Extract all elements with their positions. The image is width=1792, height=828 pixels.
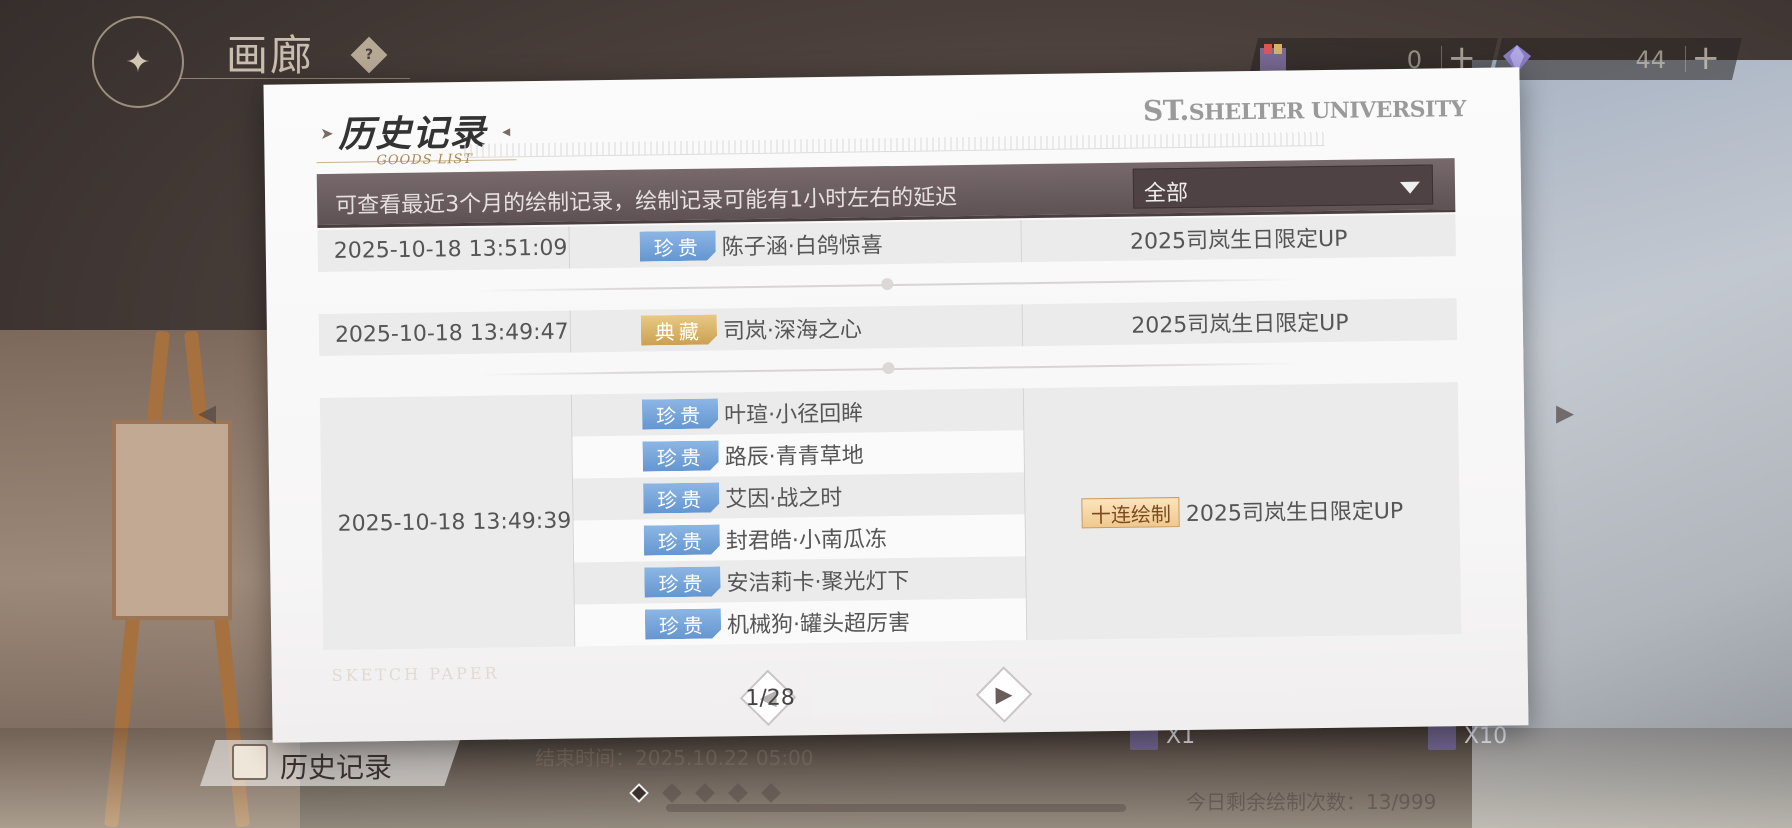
rarity-badge: 珍贵 [642, 440, 718, 471]
item-name: 封君皓·小南瓜冻 [725, 527, 888, 555]
scroll-icon [232, 744, 268, 780]
record-time: 2025-10-18 13:49:47 [318, 310, 572, 357]
item-name: 陈子涵·白鸽惊喜 [721, 233, 883, 261]
arrow-right-icon: ▶ [995, 681, 1013, 708]
modal-subtitle: GOODS LIST [376, 151, 474, 169]
filter-note: 可查看最近3个月的绘制记录，绘制记录可能有1小时左右的延迟 [334, 185, 958, 219]
crystal-count: 44 [1635, 46, 1666, 74]
chevron-down-icon [1399, 181, 1421, 194]
item-name: 安洁莉卡·聚光灯下 [726, 568, 910, 597]
rarity-badge: 珍贵 [645, 608, 721, 639]
prev-pool-arrow-icon[interactable]: ◂ [198, 392, 216, 433]
pool-name: 2025司岚生日限定UP [1185, 498, 1404, 527]
ruler-decoration [464, 131, 1325, 159]
butterfly-emblem-icon: ✦ [92, 16, 184, 108]
pool-name: 2025司岚生日限定UP [1131, 310, 1349, 339]
ticket-icon [1428, 724, 1456, 750]
pool-scroll-track[interactable] [666, 804, 1126, 812]
pool-name: 2025司岚生日限定UP [1129, 226, 1348, 255]
ten-draw-badge: 十连绘制 [1081, 497, 1181, 529]
title-underline [180, 78, 410, 79]
record-time: 2025-10-18 13:49:39 [319, 394, 576, 651]
remaining-draw-count: 今日剩余绘制次数：13/999 [1186, 790, 1437, 814]
item-name: 叶瑄·小径回眸 [723, 401, 864, 429]
next-page-button[interactable]: ▶ [975, 666, 1033, 723]
item-name: 路辰·青青草地 [724, 443, 864, 471]
rarity-badge: 珍贵 [642, 398, 718, 429]
brand-logo: ST.SHELTER UNIVERSITY [1142, 93, 1467, 128]
filter-selected-value: 全部 [1143, 180, 1189, 207]
draw-ten-cost[interactable]: X10 [1428, 724, 1507, 750]
history-modal: ➤ 历史记录 ◂ GOODS LIST ST.SHELTER UNIVERSIT… [263, 67, 1529, 743]
next-pool-arrow-icon[interactable]: ▸ [1556, 392, 1574, 433]
rarity-badge: 珍贵 [644, 566, 720, 597]
title-arrow-right-icon: ◂ [502, 121, 511, 141]
rarity-badge: 珍贵 [640, 231, 716, 262]
history-record-button[interactable]: 历史记录 [200, 740, 460, 786]
item-name: 机械狗·罐头超厉害 [726, 610, 911, 639]
pool-cell: 十连绘制 2025司岚生日限定UP [1024, 382, 1461, 640]
rarity-badge: 珍贵 [643, 482, 719, 513]
item-name: 司岚·深海之心 [722, 317, 863, 345]
rarity-badge: 珍贵 [644, 524, 720, 555]
table-row: 2025-10-18 13:49:39 珍贵 叶瑄·小径回眸 珍贵 路辰·青青草… [319, 382, 1462, 651]
question-icon: ? [364, 47, 374, 63]
record-time: 2025-10-18 13:51:09 [317, 226, 571, 273]
pool-end-time: 结束时间：2025.10.22 05:00 [535, 746, 814, 770]
draw-ten-count: X10 [1464, 724, 1508, 749]
help-button[interactable]: ? [350, 36, 388, 74]
currency-crystal: 44 + [1492, 38, 1742, 80]
gallery-title: 画廊 [226, 31, 315, 80]
history-table: 2025-10-18 13:51:09 珍贵 陈子涵·白鸽惊喜 2025司岚生日… [317, 214, 1462, 651]
item-name: 艾因·战之时 [725, 485, 843, 513]
title-arrow-left-icon: ➤ [320, 123, 334, 144]
history-button-label: 历史记录 [280, 751, 393, 784]
add-crystal-button[interactable]: + [1692, 40, 1721, 76]
filter-dropdown[interactable]: 全部 [1132, 164, 1434, 209]
rarity-badge: 典藏 [641, 314, 717, 345]
